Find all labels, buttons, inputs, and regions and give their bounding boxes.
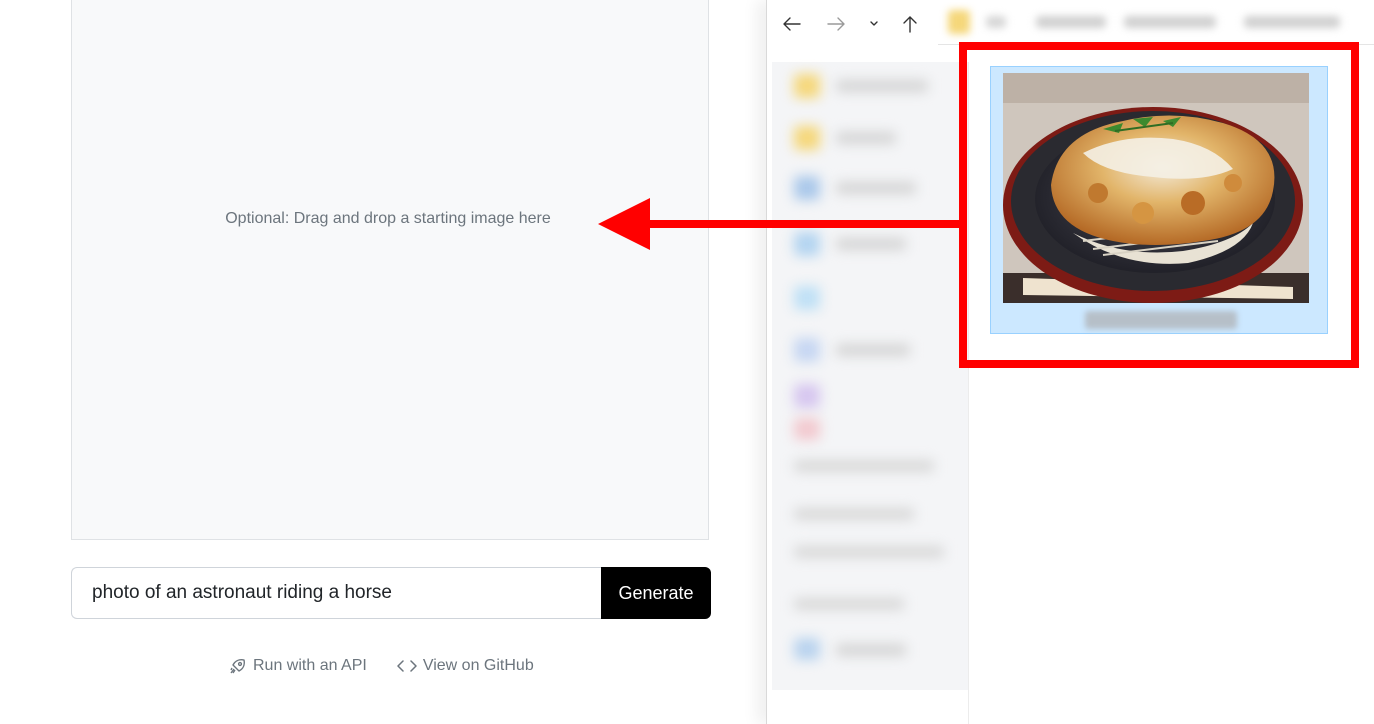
image-dropzone[interactable]: Optional: Drag and drop a starting image… — [71, 0, 709, 540]
run-with-api-link[interactable]: Run with an API — [229, 657, 367, 675]
rocket-icon — [229, 657, 247, 675]
navigation-pane — [772, 62, 968, 690]
view-on-github-link[interactable]: View on GitHub — [397, 657, 534, 675]
recent-locations-chevron-icon[interactable] — [862, 12, 886, 36]
prompt-input[interactable] — [71, 567, 601, 619]
file-explorer-window — [766, 0, 1374, 724]
explorer-nav-bar — [766, 0, 1374, 46]
drag-arrow — [598, 198, 966, 250]
code-icon — [397, 659, 417, 673]
address-bar[interactable] — [938, 2, 1374, 45]
selected-image-file[interactable] — [990, 66, 1328, 334]
folder-icon — [948, 10, 970, 34]
generate-button[interactable]: Generate — [601, 567, 711, 619]
pane-divider — [968, 62, 969, 724]
run-with-api-label: Run with an API — [253, 657, 367, 674]
up-arrow-icon[interactable] — [898, 12, 922, 36]
prompt-form: Generate — [71, 567, 711, 619]
back-arrow-icon[interactable] — [780, 12, 804, 36]
footer-links: Run with an API View on GitHub — [229, 657, 534, 675]
file-name-label — [1085, 311, 1237, 329]
view-on-github-label: View on GitHub — [422, 657, 534, 674]
window-border — [766, 0, 767, 724]
forward-arrow-icon[interactable] — [824, 12, 848, 36]
food-photo-thumbnail — [1003, 73, 1309, 303]
